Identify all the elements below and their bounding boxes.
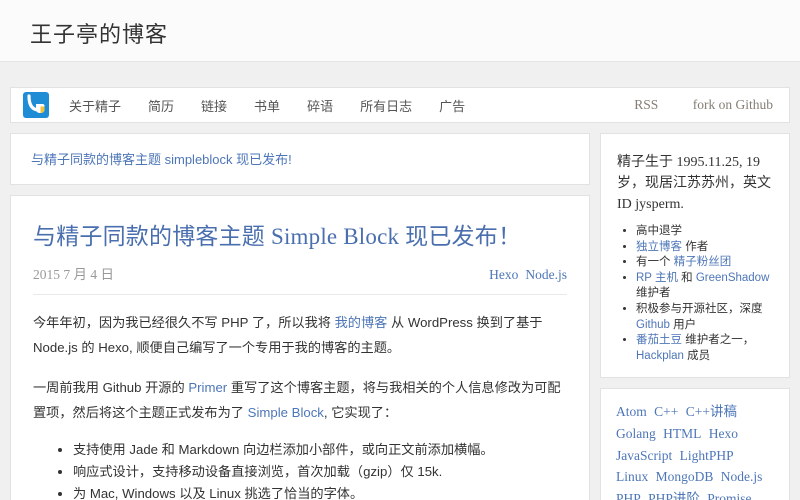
tag-link[interactable]: MongoDB: [656, 469, 714, 484]
text-segment: 响应式设计，支持移动设备直接浏览，首次加载（gzip）仅 15k.: [73, 464, 443, 479]
post-date: 2015 7 月 4 日: [33, 267, 114, 282]
tag-link[interactable]: Atom: [616, 404, 647, 419]
text-segment: 一周前我用 Github 开源的: [33, 380, 189, 395]
text-segment: 有一个: [636, 256, 674, 269]
about-item: 高中退学: [636, 224, 773, 240]
text-segment: 高中退学: [636, 225, 682, 237]
tag-link[interactable]: HTML: [663, 426, 701, 441]
tag-link[interactable]: PHP进阶: [648, 491, 700, 500]
nav-link[interactable]: 关于精子: [69, 96, 121, 115]
tag-link[interactable]: C++: [654, 404, 678, 419]
nav-link[interactable]: 书单: [254, 96, 280, 115]
nav-link[interactable]: 所有日志: [360, 96, 412, 115]
text-segment: 和: [677, 271, 696, 284]
blog-page: 王子亭的博客 关于精子 简历 链接 书单 碎语 所有日志 广告 RSS fork on Gi…: [0, 0, 800, 500]
about-item: RP 主机 和 GreenShadow 维护者: [636, 271, 773, 302]
navbar: 关于精子 简历 链接 书单 碎语 所有日志 广告 RSS fork on Github: [10, 87, 790, 123]
tag-link[interactable]: Node.js: [721, 469, 763, 484]
feature-item: 为 Mac, Windows 以及 Linux 挑选了恰当的字体。: [73, 484, 567, 500]
sidebar: 精子生于 1995.11.25, 19 岁，现居江苏苏州，英文 ID jyspe…: [600, 133, 790, 500]
text-segment: 积极参与开源社区，深度: [636, 302, 763, 315]
text-segment: 用户: [669, 318, 697, 331]
inline-link[interactable]: 独立博客: [636, 241, 682, 253]
announcement-link[interactable]: 与精子同款的博客主题 simpleblock 现已发布!: [31, 152, 292, 167]
tag-link[interactable]: LightPHP: [680, 448, 734, 463]
tag-link[interactable]: Linux: [616, 469, 648, 484]
primary-nav: 关于精子 简历 链接 书单 碎语 所有日志 广告: [69, 96, 492, 115]
inline-link[interactable]: 精子粉丝团: [674, 256, 732, 268]
about-item: 番茄土豆 维护者之一， Hackplan 成员: [636, 333, 773, 364]
text-segment: 支持使用 Jade 和 Markdown 向边栏添加小部件，或向正文前添加横幅。: [73, 442, 494, 457]
post-title[interactable]: 与精子同款的博客主题 Simple Block 现已发布！: [33, 217, 567, 251]
text-segment: 维护者: [636, 287, 671, 300]
about-list: 高中退学 独立博客 作者 有一个 精子粉丝团 RP 主机 和 GreenShad…: [617, 224, 773, 364]
tag-link[interactable]: Promise: [707, 491, 751, 500]
fork-on-github-link[interactable]: fork on Github: [693, 97, 773, 112]
feature-list: 支持使用 Jade 和 Markdown 向边栏添加小部件，或向正文前添加横幅。…: [33, 440, 567, 500]
about-item: 有一个 精子粉丝团: [636, 255, 773, 271]
tag-cloud-widget: Atom C++ C++讲稿 Golang HTML Hexo JavaScri…: [600, 388, 790, 500]
inline-link[interactable]: RP 主机: [636, 272, 678, 284]
tag-link[interactable]: PHP: [616, 491, 641, 500]
pipe-logo-icon: [23, 92, 49, 118]
about-item: 积极参与开源社区，深度 Github 用户: [636, 302, 773, 333]
nav-link[interactable]: 简历: [148, 96, 174, 115]
text-segment: , 它实现了：: [323, 405, 398, 420]
text-segment: 维护者之一，: [682, 334, 755, 347]
inline-link[interactable]: Primer: [188, 380, 227, 395]
announcement-banner: 与精子同款的博客主题 simpleblock 现已发布!: [10, 133, 590, 185]
inline-link[interactable]: Github: [636, 319, 670, 331]
home-logo-button[interactable]: [23, 92, 49, 118]
content-layout: 与精子同款的博客主题 simpleblock 现已发布! 与精子同款的博客主题 …: [10, 133, 790, 500]
post-tag-link[interactable]: Hexo: [489, 267, 518, 282]
post-paragraph: 今年年初，因为我已经很久不写 PHP 了，所以我将 我的博客 从 WordPre…: [33, 310, 567, 360]
text-segment: 作者: [682, 240, 709, 253]
post-paragraph: 一周前我用 Github 开源的 Primer 重写了这个博客主题，将与我相关的…: [33, 375, 567, 425]
site-title-link[interactable]: 王子亭的博客: [30, 17, 168, 49]
nav-meta: RSS fork on Github: [604, 96, 773, 114]
tag-link[interactable]: JavaScript: [616, 448, 672, 463]
post-card: 与精子同款的博客主题 Simple Block 现已发布！ 2015 7 月 4…: [10, 195, 590, 500]
nav-link[interactable]: 碎语: [307, 96, 333, 115]
about-widget: 精子生于 1995.11.25, 19 岁，现居江苏苏州，英文 ID jyspe…: [600, 133, 790, 379]
text-segment: 为 Mac, Windows 以及 Linux 挑选了恰当的字体。: [73, 486, 364, 500]
post-tags: Hexo Node.js: [482, 267, 567, 283]
inline-link[interactable]: 我的博客: [335, 315, 388, 330]
tag-link[interactable]: Hexo: [709, 426, 738, 441]
text-segment: 成员: [683, 349, 711, 362]
inline-link[interactable]: 番茄土豆: [636, 334, 682, 346]
main-column: 与精子同款的博客主题 simpleblock 现已发布! 与精子同款的博客主题 …: [10, 133, 590, 500]
about-item: 独立博客 作者: [636, 240, 773, 256]
post-tag-link[interactable]: Node.js: [525, 267, 567, 282]
inline-link[interactable]: GreenShadow: [696, 272, 770, 284]
site-header: 王子亭的博客: [0, 0, 800, 62]
tag-link[interactable]: C++讲稿: [686, 404, 737, 419]
about-intro: 精子生于 1995.11.25, 19 岁，现居江苏苏州，英文 ID jyspe…: [617, 155, 771, 212]
inline-link[interactable]: Hackplan: [636, 350, 684, 362]
feature-item: 响应式设计，支持移动设备直接浏览，首次加载（gzip）仅 15k.: [73, 462, 567, 482]
feature-item: 支持使用 Jade 和 Markdown 向边栏添加小部件，或向正文前添加横幅。: [73, 440, 567, 460]
nav-link[interactable]: 广告: [439, 96, 465, 115]
tag-link[interactable]: Golang: [616, 426, 656, 441]
nav-link[interactable]: 链接: [201, 96, 227, 115]
text-segment: 今年年初，因为我已经很久不写 PHP 了，所以我将: [33, 315, 335, 330]
inline-link[interactable]: Simple Block: [248, 405, 324, 420]
rss-link[interactable]: RSS: [634, 97, 658, 112]
post-meta-row: 2015 7 月 4 日 Hexo Node.js: [33, 263, 567, 295]
